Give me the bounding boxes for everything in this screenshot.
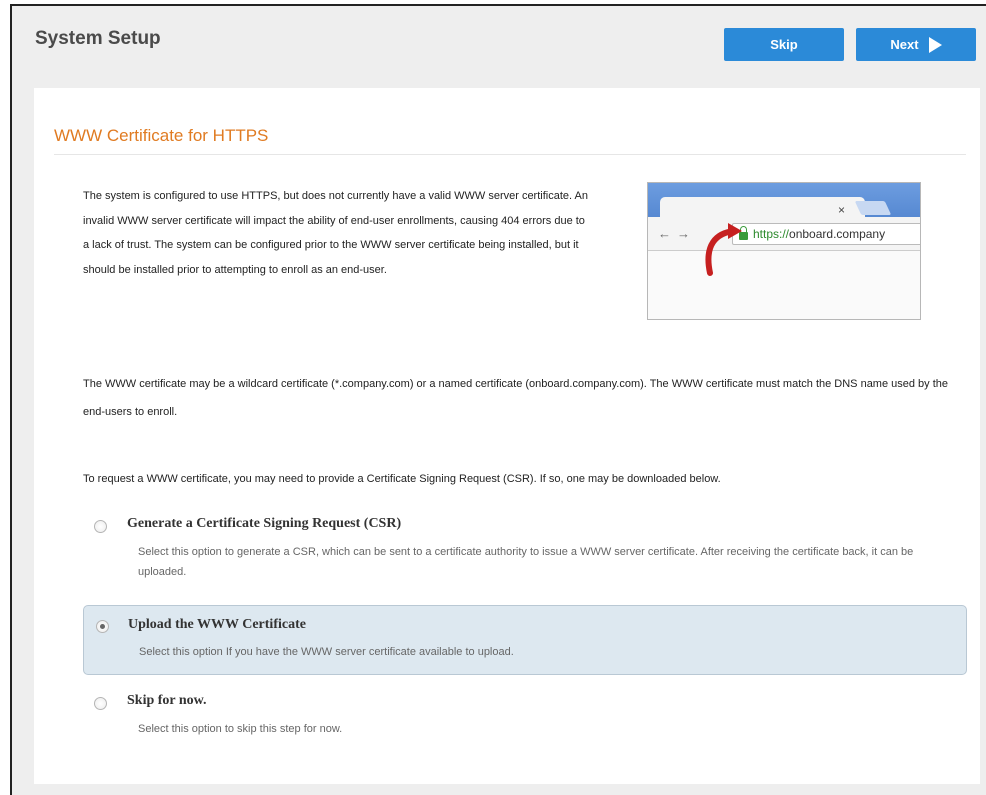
skip-button-label: Skip xyxy=(770,37,798,52)
back-forward-icon: ←→ xyxy=(658,226,696,241)
option-label: Skip for now. xyxy=(127,693,207,708)
section-divider xyxy=(54,154,966,155)
option-upload-certificate[interactable]: Upload the WWW Certificate Select this o… xyxy=(83,605,967,675)
skip-button[interactable]: Skip xyxy=(724,28,844,61)
pointer-arrow-icon xyxy=(705,223,742,276)
radio-skip-for-now[interactable] xyxy=(94,697,107,710)
section-title: WWW Certificate for HTTPS xyxy=(54,126,269,145)
wildcard-paragraph: The WWW certificate may be a wildcard ce… xyxy=(83,378,949,418)
url-scheme: https:// xyxy=(753,227,790,241)
next-button-label: Next xyxy=(890,37,919,52)
option-description: Select this option to skip this step for… xyxy=(138,723,343,735)
option-skip-for-now[interactable]: Skip for now. Select this option to skip… xyxy=(83,688,967,748)
play-icon xyxy=(928,36,942,53)
browser-navbar: ←→ https://onboard.company xyxy=(648,217,920,251)
option-generate-csr[interactable]: Generate a Certificate Signing Request (… xyxy=(83,512,967,588)
browser-illustration: × ←→ https://onboard.company xyxy=(647,182,921,320)
address-bar: https://onboard.company xyxy=(732,223,920,245)
setup-window: System Setup Skip Next WWW Certificate f… xyxy=(10,4,986,795)
content-panel: WWW Certificate for HTTPS The system is … xyxy=(34,88,980,784)
option-label: Generate a Certificate Signing Request (… xyxy=(127,516,402,531)
page-title: System Setup xyxy=(35,28,161,49)
csr-paragraph: To request a WWW certificate, you may ne… xyxy=(83,473,721,485)
option-label: Upload the WWW Certificate xyxy=(128,617,306,632)
radio-generate-csr[interactable] xyxy=(94,520,107,533)
url-host: onboard.company xyxy=(789,227,886,241)
option-description: Select this option to generate a CSR, wh… xyxy=(138,546,914,578)
radio-upload-certificate[interactable] xyxy=(96,620,109,633)
header: System Setup Skip Next xyxy=(12,6,986,88)
close-icon: × xyxy=(837,203,845,217)
next-button[interactable]: Next xyxy=(856,28,976,61)
new-tab-icon xyxy=(854,201,892,215)
url-text: https://onboard.company xyxy=(753,227,885,241)
intro-paragraph: The system is configured to use HTTPS, b… xyxy=(83,190,588,276)
option-description: Select this option If you have the WWW s… xyxy=(139,646,514,658)
